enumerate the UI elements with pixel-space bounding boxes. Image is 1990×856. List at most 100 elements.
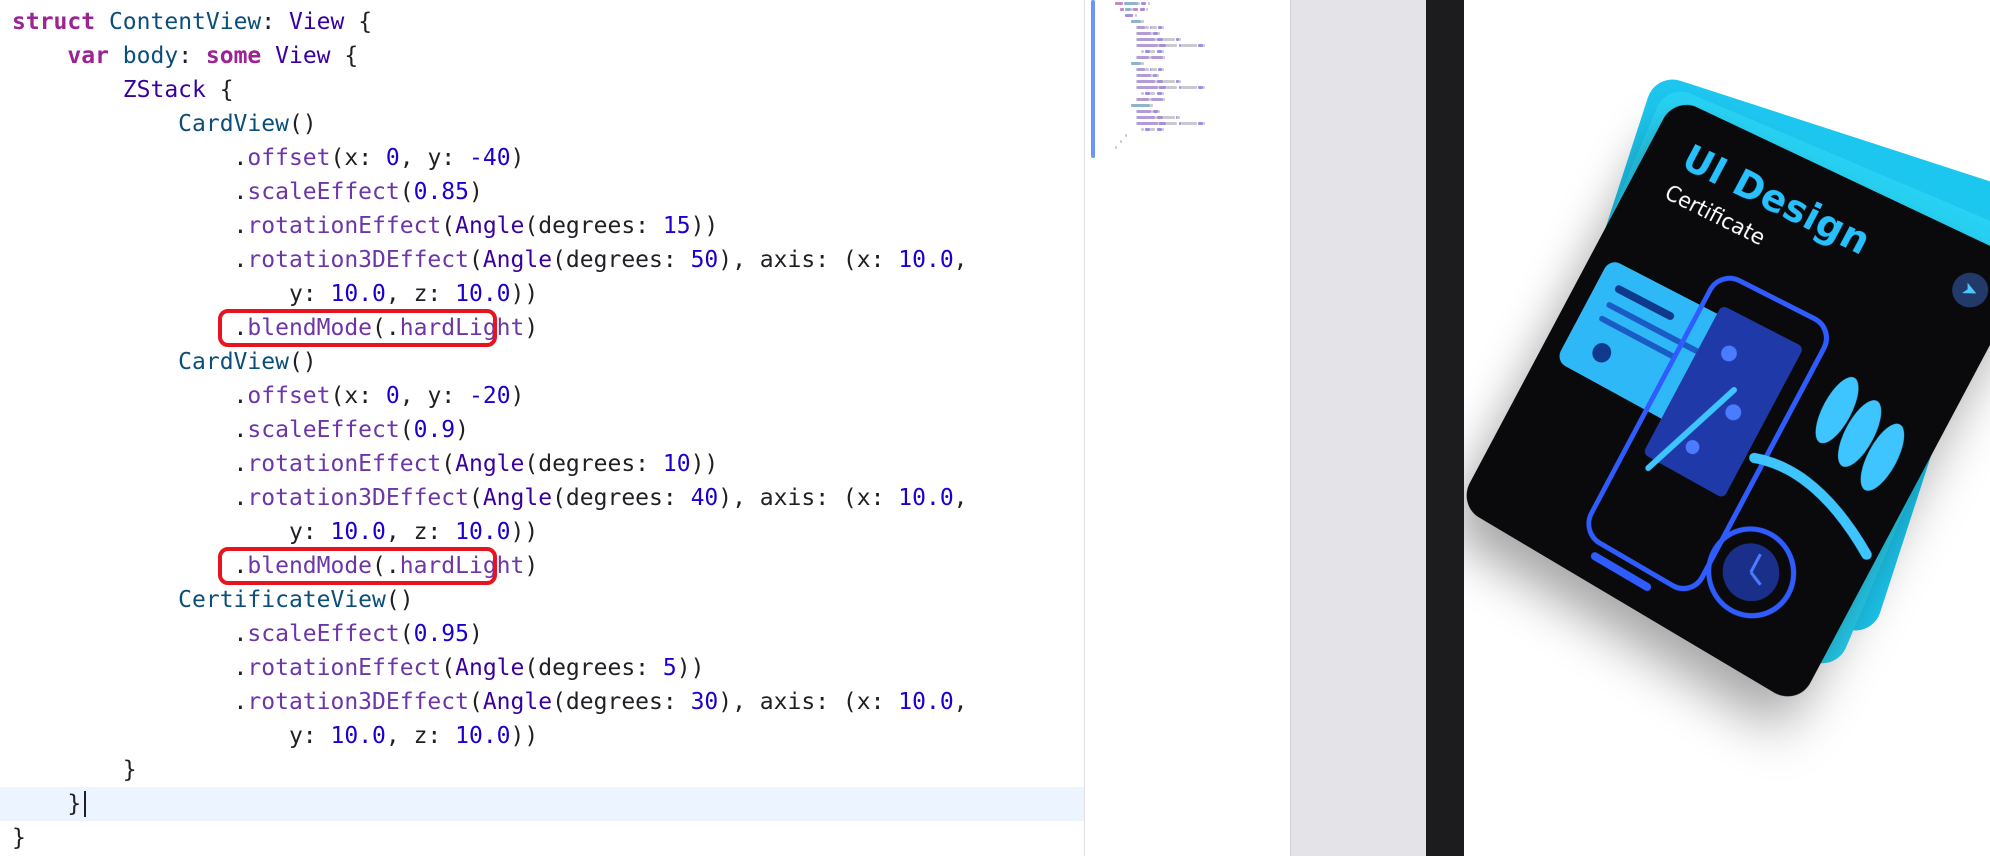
annotation-highlight-box [217, 547, 497, 585]
preview-canvas[interactable]: UI Design Certificate ➤ [1426, 0, 1990, 856]
code-token: . [12, 247, 248, 273]
code-token: rotationEffect [247, 655, 442, 681]
code-token: )) [676, 655, 705, 681]
code-line-7[interactable]: .rotationEffect(Angle(degrees: 15)) [0, 209, 1084, 243]
code-token: Angle [482, 485, 553, 511]
minimap[interactable] [1084, 0, 1291, 856]
minimap-line [1139, 8, 1145, 11]
minimap-line [1147, 2, 1150, 5]
code-token: Angle [482, 689, 553, 715]
code-token: , z: [385, 519, 456, 545]
code-token: ( [441, 451, 456, 477]
code-token: } [12, 757, 137, 783]
editor-canvas-divider [1290, 0, 1427, 856]
code-token: . [12, 213, 248, 239]
code-token: )) [690, 213, 719, 239]
code-token: , y: [399, 145, 469, 171]
code-line-23[interactable]: } [0, 753, 1084, 787]
minimap-line [1150, 128, 1156, 131]
code-token: , y: [399, 383, 469, 409]
code-token: . [12, 315, 248, 341]
minimap-line [1163, 98, 1166, 101]
code-token: 50 [690, 247, 719, 273]
code-line-14[interactable]: .rotationEffect(Angle(degrees: 10)) [0, 447, 1084, 481]
code-token: offset [247, 383, 331, 409]
code-line-19[interactable]: .scaleEffect(0.95) [0, 617, 1084, 651]
code-line-21[interactable]: .rotation3DEffect(Angle(degrees: 30), ax… [0, 685, 1084, 719]
code-line-10[interactable]: .blendMode(.hardLight) [0, 311, 1084, 345]
code-token: . [12, 145, 248, 171]
code-token: 40 [690, 485, 719, 511]
minimap-line [1161, 26, 1164, 29]
code-token: ( [468, 485, 483, 511]
code-line-8[interactable]: .rotation3DEffect(Angle(degrees: 50), ax… [0, 243, 1084, 277]
code-token: ) [510, 145, 525, 171]
code-token: 15 [662, 213, 691, 239]
code-line-5[interactable]: .offset(x: 0, y: -40) [0, 141, 1084, 175]
code-token: rotation3DEffect [247, 247, 469, 273]
text-caret [84, 791, 87, 817]
code-token: ) [524, 553, 539, 579]
code-line-3[interactable]: ZStack { [0, 73, 1084, 107]
code-line-13[interactable]: .scaleEffect(0.9) [0, 413, 1084, 447]
minimap-line [1165, 122, 1178, 125]
code-line-4[interactable]: CardView() [0, 107, 1084, 141]
code-line-15[interactable]: .rotation3DEffect(Angle(degrees: 40), ax… [0, 481, 1084, 515]
code-line-6[interactable]: .scaleEffect(0.85) [0, 175, 1084, 209]
minimap-line [1151, 56, 1164, 59]
minimap-line [1159, 122, 1166, 125]
code-token: body [122, 43, 179, 69]
code-token: (degrees: [524, 655, 663, 681]
code-token: )) [510, 723, 539, 749]
code-token: ) [468, 621, 483, 647]
code-token: , [953, 485, 968, 511]
code-editor[interactable]: struct ContentView: View { var body: som… [0, 0, 1084, 856]
code-token: . [12, 655, 248, 681]
code-line-2[interactable]: var body: some View { [0, 39, 1084, 73]
code-token: 10.0 [330, 519, 386, 545]
code-line-18[interactable]: CertificateView() [0, 583, 1084, 617]
code-token: . [12, 179, 248, 205]
code-token: , z: [385, 281, 456, 307]
minimap-line [1120, 140, 1123, 143]
code-token: ( [468, 247, 483, 273]
code-token: Angle [482, 247, 553, 273]
code-line-11[interactable]: CardView() [0, 345, 1084, 379]
minimap-line [1151, 26, 1157, 29]
code-line-20[interactable]: .rotationEffect(Angle(degrees: 5)) [0, 651, 1084, 685]
minimap-line [1141, 50, 1144, 53]
code-line-1[interactable]: struct ContentView: View { [0, 5, 1084, 39]
code-token: scaleEffect [247, 179, 400, 205]
code-line-16[interactable]: y: 10.0, z: 10.0)) [0, 515, 1084, 549]
minimap-line [1146, 8, 1149, 11]
code-line-9[interactable]: y: 10.0, z: 10.0)) [0, 277, 1084, 311]
code-token: 10.0 [455, 519, 511, 545]
code-line-12[interactable]: .offset(x: 0, y: -20) [0, 379, 1084, 413]
minimap-line [1120, 8, 1125, 11]
code-token: , z: [385, 723, 456, 749]
code-line-25[interactable]: } [0, 821, 1084, 855]
minimap-line [1137, 122, 1158, 125]
minimap-line [1152, 74, 1157, 77]
code-line-22[interactable]: y: 10.0, z: 10.0)) [0, 719, 1084, 753]
minimap-line [1165, 86, 1178, 89]
code-token: offset [247, 145, 331, 171]
minimap-viewport-indicator[interactable] [1091, 0, 1095, 158]
code-line-24[interactable]: } [0, 787, 1084, 821]
minimap-line [1141, 92, 1144, 95]
code-token: scaleEffect [247, 417, 400, 443]
code-token: ) [510, 383, 525, 409]
code-token: 0 [385, 145, 400, 171]
minimap-line [1151, 98, 1164, 101]
code-line-17[interactable]: .blendMode(.hardLight) [0, 549, 1084, 583]
code-token: )) [690, 451, 719, 477]
minimap-line [1161, 68, 1164, 71]
minimap-line [1137, 86, 1158, 89]
code-token: . [12, 417, 248, 443]
minimap-line [1133, 8, 1139, 11]
minimap-line [1181, 44, 1197, 47]
